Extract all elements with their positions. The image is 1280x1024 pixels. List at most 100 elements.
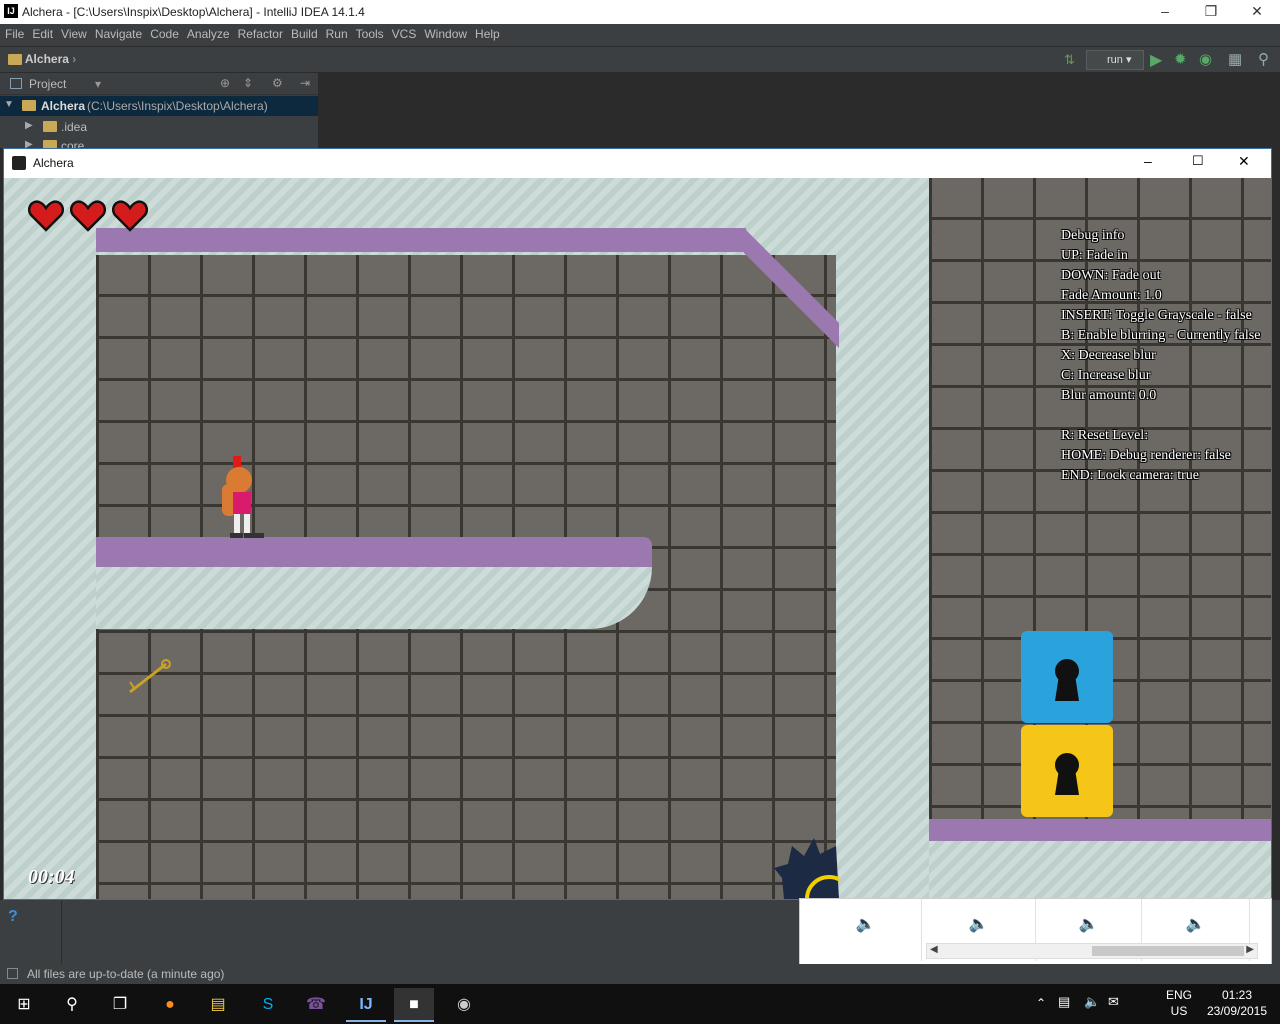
editor-area xyxy=(318,73,1280,148)
speaker-icon[interactable]: 🔈 xyxy=(810,899,922,961)
restore-button[interactable]: ❐ xyxy=(1188,0,1234,24)
game-timer: 00:04 xyxy=(28,866,75,888)
status-message: All files are up-to-date (a minute ago) xyxy=(27,967,225,981)
tree-item-idea[interactable]: ▶ .idea xyxy=(0,116,318,136)
target-icon[interactable]: ⊕ xyxy=(220,76,230,90)
menu-tools[interactable]: Tools xyxy=(351,24,387,41)
debug-icon[interactable]: ✹ xyxy=(1174,50,1187,68)
player-character xyxy=(222,456,264,538)
close-button[interactable]: ✕ xyxy=(1238,153,1250,170)
debug-line: Debug info xyxy=(1061,228,1125,243)
tree-root-name: Alchera xyxy=(41,99,86,113)
run-icon[interactable]: ▶ xyxy=(1150,50,1162,70)
status-bar: All files are up-to-date (a minute ago) xyxy=(0,964,1280,984)
clock[interactable]: 01:23 23/09/2015 xyxy=(1202,988,1272,1018)
debug-line: UP: Fade in xyxy=(1061,248,1128,263)
coverage-icon[interactable]: ◉ xyxy=(1199,50,1212,68)
project-tree: ▼ Alchera (C:\Users\Inspix\Desktop\Alche… xyxy=(0,95,318,148)
hide-panel-icon[interactable]: ⇥ xyxy=(300,76,310,90)
keyhole-icon xyxy=(1055,659,1079,701)
folder-icon xyxy=(43,121,57,132)
maximize-button[interactable]: ☐ xyxy=(1192,153,1204,169)
keyhole-icon xyxy=(1055,753,1079,795)
ceiling-slope xyxy=(744,228,839,348)
yellow-lock-block xyxy=(1021,725,1113,817)
media-icon[interactable]: ◉ xyxy=(444,988,484,1022)
breadcrumb[interactable]: Alchera › xyxy=(8,52,76,66)
search-icon[interactable]: ⚲ xyxy=(1258,50,1269,68)
debug-line: Blur amount: 0.0 xyxy=(1061,388,1157,403)
chevron-down-icon[interactable]: ▾ xyxy=(95,77,101,91)
debug-line: B: Enable blurring - Currently false xyxy=(1061,328,1261,343)
menu-refactor[interactable]: Refactor xyxy=(233,24,286,41)
close-button[interactable]: ✕ xyxy=(1234,0,1280,24)
blue-lock-block xyxy=(1021,631,1113,723)
scroll-right-icon[interactable]: ▶ xyxy=(1246,944,1254,955)
volume-icon[interactable]: 🔈 xyxy=(1084,994,1100,1010)
notifications-icon[interactable]: ✉ xyxy=(1108,994,1119,1010)
game-window: Alchera – ☐ ✕ 00:04 Debug info UP: Fade … xyxy=(3,148,1272,900)
menu-run[interactable]: Run xyxy=(321,24,351,41)
debug-info-panel: Debug info UP: Fade in DOWN: Fade out Fa… xyxy=(1061,226,1260,486)
key-item xyxy=(129,659,171,694)
toolbar: Alchera › ⇅ run ▾ ▶ ✹ ◉ ▦ ⚲ xyxy=(0,46,1280,72)
floor-platform xyxy=(929,819,1271,841)
debug-line: Fade Amount: 1.0 xyxy=(1061,288,1162,303)
build-icon[interactable]: ⇅ xyxy=(1064,52,1075,68)
menu-edit[interactable]: Edit xyxy=(27,24,56,41)
heart-icon xyxy=(112,200,148,232)
horizontal-scrollbar[interactable]: ◀ ▶ xyxy=(926,943,1258,959)
viber-icon[interactable]: ☎ xyxy=(296,988,336,1022)
menu-build[interactable]: Build xyxy=(286,24,321,41)
debug-line: X: Decrease blur xyxy=(1061,348,1156,363)
project-label[interactable]: Project xyxy=(29,77,66,91)
game-window-title: Alchera xyxy=(33,156,74,170)
ledge-body xyxy=(96,567,652,629)
expand-icon[interactable]: ▼ xyxy=(4,99,14,110)
network-icon[interactable]: ▤ xyxy=(1058,994,1070,1010)
spike-enemy xyxy=(774,838,839,899)
menu-window[interactable]: Window xyxy=(419,24,470,41)
game-taskbar-icon[interactable]: ■ xyxy=(394,988,434,1022)
search-icon[interactable]: ⚲ xyxy=(52,988,92,1022)
debug-line: R: Reset Level: xyxy=(1061,428,1149,443)
language-indicator[interactable]: ENG US xyxy=(1166,988,1192,1018)
firefox-icon[interactable]: ● xyxy=(150,988,190,1022)
game-title-bar: Alchera – ☐ ✕ xyxy=(4,149,1271,178)
tree-item-core[interactable]: ▶ core xyxy=(0,136,318,148)
tool-windows-icon[interactable] xyxy=(7,968,18,979)
menu-code[interactable]: Code xyxy=(145,24,182,41)
expand-icon[interactable]: ▶ xyxy=(25,120,33,131)
project-structure-icon[interactable]: ▦ xyxy=(1228,50,1242,68)
menu-help[interactable]: Help xyxy=(470,24,503,41)
tree-root[interactable]: ▼ Alchera (C:\Users\Inspix\Desktop\Alche… xyxy=(0,96,318,116)
folder-icon xyxy=(43,140,57,148)
file-explorer-icon[interactable]: ▤ xyxy=(198,988,238,1022)
chevron-up-icon[interactable]: ⌃ xyxy=(1036,996,1046,1010)
windows-start-icon[interactable]: ⊞ xyxy=(4,988,44,1022)
ceiling-platform xyxy=(96,228,746,252)
run-config-select[interactable]: run ▾ xyxy=(1086,50,1144,70)
expand-icon[interactable]: ▶ xyxy=(25,139,33,148)
debug-line: DOWN: Fade out xyxy=(1061,268,1161,283)
skype-icon[interactable]: S xyxy=(248,988,288,1022)
menu-view[interactable]: View xyxy=(56,24,90,41)
intellij-taskbar-icon[interactable]: IJ xyxy=(346,988,386,1022)
minimize-button[interactable]: – xyxy=(1142,0,1188,24)
minimize-button[interactable]: – xyxy=(1144,153,1152,169)
gear-icon[interactable]: ⚙ xyxy=(272,76,283,90)
help-icon[interactable]: ? xyxy=(8,908,18,926)
debug-line: END: Lock camera: true xyxy=(1061,468,1199,483)
scroll-thumb[interactable] xyxy=(1092,946,1244,956)
menu-vcs[interactable]: VCS xyxy=(387,24,420,41)
libgdx-icon xyxy=(12,156,26,170)
scroll-left-icon[interactable]: ◀ xyxy=(930,944,938,955)
game-canvas[interactable]: 00:04 Debug info UP: Fade in DOWN: Fade … xyxy=(4,178,1271,899)
collapse-icon[interactable]: ⇕ xyxy=(243,76,253,90)
folder-icon xyxy=(8,54,22,66)
task-view-icon[interactable]: ❐ xyxy=(100,988,140,1022)
menu-navigate[interactable]: Navigate xyxy=(90,24,145,41)
debug-line: INSERT: Toggle Grayscale - false xyxy=(1061,308,1252,323)
menu-analyze[interactable]: Analyze xyxy=(182,24,233,41)
menu-file[interactable]: File xyxy=(0,24,27,41)
